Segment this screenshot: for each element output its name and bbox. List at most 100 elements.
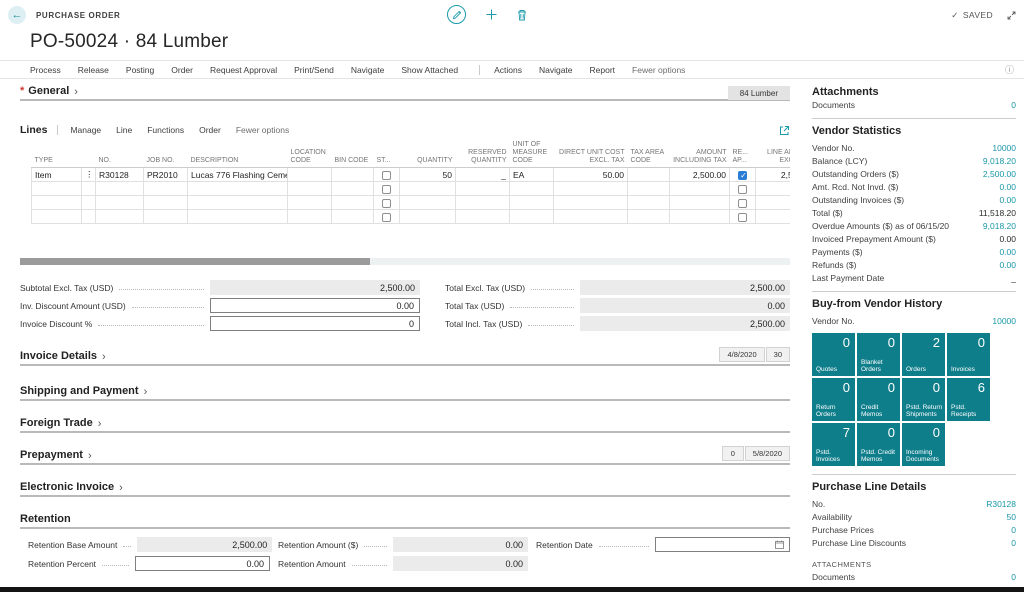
cell-direct-unit-cost[interactable]: 50.00 — [553, 167, 628, 182]
row-menu-button[interactable]: ⋮ — [81, 167, 96, 182]
lines-menu-fewer-options[interactable]: Fewer options — [236, 125, 289, 135]
tile-pstd-receipts[interactable]: 6 Pstd. Receipts — [947, 378, 990, 421]
col-tax-area-code[interactable]: TAX AREA CODE — [627, 140, 670, 168]
col-unit-of-measure[interactable]: UNIT OF MEASURE CODE — [509, 140, 554, 168]
cell-location-code[interactable] — [287, 167, 332, 182]
col-line-amount[interactable]: LINE AMOUNT EXCL. TAX — [755, 140, 790, 168]
retention-date-field[interactable] — [655, 537, 790, 552]
delete-button[interactable] — [517, 9, 527, 21]
lines-horizontal-scrollbar[interactable] — [20, 258, 790, 265]
col-job-no[interactable]: JOB NO. — [143, 140, 188, 168]
line-documents-count-link[interactable]: 0 — [1011, 571, 1016, 584]
edit-button[interactable] — [447, 5, 466, 24]
line-row-1[interactable]: Item ⋮ R30128 PR2010 Lucas 776 Flashing … — [31, 167, 790, 182]
detail-value-link[interactable]: 50 — [1007, 511, 1016, 524]
invoice-discount-pct-field[interactable]: 0 — [210, 316, 420, 331]
scrollbar-thumb[interactable] — [20, 258, 370, 265]
tile-orders[interactable]: 2 Orders — [902, 333, 945, 376]
stat-value-link[interactable]: 2,500.00 — [983, 168, 1016, 181]
col-direct-unit-cost[interactable]: DIRECT UNIT COST EXCL. TAX — [553, 140, 628, 168]
st-checkbox[interactable] — [382, 212, 391, 222]
col-no[interactable]: NO. — [95, 140, 144, 168]
fasttab-invoice-details[interactable]: Invoice Details › 4/8/2020 30 — [20, 347, 790, 366]
cell-quantity[interactable]: 50 — [399, 167, 456, 182]
menu-show-attached[interactable]: Show Attached — [401, 65, 458, 75]
lines-menu-functions[interactable]: Functions — [147, 125, 184, 135]
menu-order[interactable]: Order — [171, 65, 193, 75]
st-checkbox[interactable] — [382, 198, 391, 208]
back-button[interactable]: ← — [8, 6, 26, 24]
re-ap-checkbox[interactable] — [738, 212, 747, 222]
menu-process[interactable]: Process — [30, 65, 61, 75]
stat-value-link[interactable]: 0.00 — [999, 259, 1016, 272]
re-ap-checkbox[interactable] — [738, 184, 747, 194]
menu-navigate-2[interactable]: Navigate — [539, 65, 573, 75]
cell-reserved-quantity[interactable]: _ — [455, 167, 510, 182]
cell-amount-including-tax[interactable]: 2,500.00 — [669, 167, 730, 182]
re-ap-checkbox[interactable] — [738, 170, 748, 181]
stat-value-link[interactable]: 0.00 — [999, 181, 1016, 194]
menu-posting[interactable]: Posting — [126, 65, 154, 75]
tile-quotes[interactable]: 0 Quotes — [812, 333, 855, 376]
fasttab-electronic-invoice[interactable]: Electronic Invoice › — [20, 481, 790, 497]
stat-value-link[interactable]: 0.00 — [999, 194, 1016, 207]
detail-value-link[interactable]: R30128 — [986, 498, 1016, 511]
col-amount-including-tax[interactable]: AMOUNT INCLUDING TAX — [669, 140, 730, 168]
maximize-button[interactable] — [1007, 11, 1016, 20]
lines-menu-manage[interactable]: Manage — [70, 125, 101, 135]
cell-no[interactable]: R30128 — [95, 167, 144, 182]
tile-incoming-documents[interactable]: 0 Incoming Documents — [902, 423, 945, 466]
cell-bin-code[interactable] — [331, 167, 374, 182]
tile-pstd-invoices[interactable]: 7 Pstd. Invoices — [812, 423, 855, 466]
tile-pstd-return-shipments[interactable]: 0 Pstd. Return Shipments — [902, 378, 945, 421]
documents-count-link[interactable]: 0 — [1011, 99, 1016, 112]
calendar-icon[interactable] — [775, 540, 784, 549]
fasttab-retention[interactable]: Retention — [20, 513, 790, 529]
cell-tax-area-code[interactable] — [627, 167, 670, 182]
retention-percent-field[interactable]: 0.00 — [135, 556, 270, 571]
tile-credit-memos[interactable]: 0 Credit Memos — [857, 378, 900, 421]
col-reserved-quantity[interactable]: RESERVED QUANTITY — [455, 140, 510, 168]
re-ap-checkbox[interactable] — [738, 198, 747, 208]
col-quantity[interactable]: QUANTITY — [399, 140, 456, 168]
new-button[interactable] — [486, 9, 497, 20]
stat-value-link[interactable]: 9,018.20 — [983, 220, 1016, 233]
col-description[interactable]: DESCRIPTION — [187, 140, 288, 168]
st-checkbox[interactable] — [382, 184, 391, 194]
lines-menu-line[interactable]: Line — [116, 125, 132, 135]
line-row-empty[interactable] — [31, 195, 790, 210]
detail-value-link[interactable]: 0 — [1011, 537, 1016, 550]
fasttab-shipping-and-payment[interactable]: Shipping and Payment › — [20, 385, 790, 401]
cell-unit-of-measure[interactable]: EA — [509, 167, 554, 182]
fasttab-general[interactable]: * General › 84 Lumber — [20, 85, 790, 101]
stat-value-link[interactable]: 10000 — [992, 142, 1016, 155]
menu-print-send[interactable]: Print/Send — [294, 65, 334, 75]
tile-blanket-orders[interactable]: 0 Blanket Orders — [857, 333, 900, 376]
line-row-empty[interactable] — [31, 209, 790, 224]
col-re-ap[interactable]: RE... AP... — [729, 140, 756, 168]
menu-release[interactable]: Release — [78, 65, 109, 75]
cell-type[interactable]: Item — [31, 167, 82, 182]
fasttab-foreign-trade[interactable]: Foreign Trade › — [20, 417, 790, 433]
menu-fewer-options[interactable]: Fewer options — [632, 65, 685, 75]
tile-pstd-credit-memos[interactable]: 0 Pstd. Credit Memos — [857, 423, 900, 466]
detail-value-link[interactable]: 0 — [1011, 524, 1016, 537]
tile-return-orders[interactable]: 0 Return Orders — [812, 378, 855, 421]
cell-line-amount[interactable]: 2,500.00 — [755, 167, 790, 182]
col-location-code[interactable]: LOCATION CODE — [287, 140, 332, 168]
menu-actions[interactable]: Actions — [494, 65, 522, 75]
tile-invoices[interactable]: 0 Invoices — [947, 333, 990, 376]
col-bin-code[interactable]: BIN CODE — [331, 140, 374, 168]
col-type[interactable]: TYPE — [31, 140, 82, 168]
info-icon[interactable]: ⓘ — [1005, 63, 1014, 76]
menu-navigate[interactable]: Navigate — [351, 65, 385, 75]
lines-open-in-new-button[interactable] — [779, 125, 790, 136]
inv-discount-amount-field[interactable]: 0.00 — [210, 298, 420, 313]
st-checkbox[interactable] — [382, 170, 391, 180]
history-vendor-link[interactable]: 10000 — [992, 315, 1016, 328]
line-row-empty[interactable] — [31, 181, 790, 196]
cell-job-no[interactable]: PR2010 — [143, 167, 188, 182]
fasttab-prepayment[interactable]: Prepayment › 0 5/8/2020 — [20, 446, 790, 465]
stat-value-link[interactable]: 0.00 — [999, 246, 1016, 259]
cell-description[interactable]: Lucas 776 Flashing Cement — [187, 167, 288, 182]
